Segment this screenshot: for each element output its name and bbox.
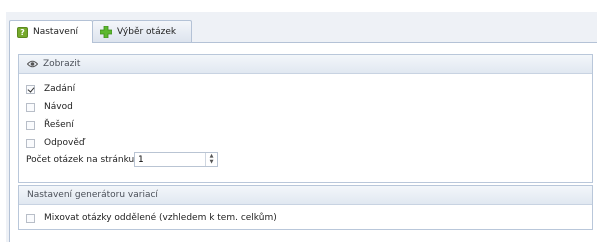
checkbox-zadani[interactable]: Zadání xyxy=(26,82,75,96)
checkbox-label: Mixovat otázky oddělené (vzhledem k tem.… xyxy=(44,213,277,223)
per-page-stepper[interactable]: ▲ ▼ xyxy=(134,152,218,167)
generator-group: Nastavení generátoru variací Mixovat otá… xyxy=(18,185,593,230)
tab-nastaveni[interactable]: ? Nastavení xyxy=(9,20,93,43)
group-title: Zobrazit xyxy=(43,59,81,69)
checkbox-box[interactable] xyxy=(26,102,35,112)
green-plus-icon xyxy=(100,25,112,38)
checkbox-reseni[interactable]: Řešení xyxy=(26,118,74,132)
checkbox-label: Řešení xyxy=(44,120,74,130)
per-page-row: Počet otázek na stránku xyxy=(26,153,134,167)
group-header[interactable]: Nastavení generátoru variací xyxy=(19,186,592,205)
checkbox-box[interactable] xyxy=(26,120,35,130)
tab-label: Nastavení xyxy=(33,27,79,37)
checkbox-label: Návod xyxy=(44,102,73,112)
checkbox-navod[interactable]: Návod xyxy=(26,100,73,114)
checkbox-odpoved[interactable]: Odpověď xyxy=(26,136,85,150)
tab-vyber-otazek[interactable]: Výběr otázek xyxy=(92,20,192,42)
checkbox-label: Odpověď xyxy=(44,138,85,148)
checkbox-box[interactable] xyxy=(26,138,35,148)
stepper-down-icon[interactable]: ▼ xyxy=(206,160,217,167)
display-group: Zobrazit Zadání Návod Řešení Odpověď Poč… xyxy=(18,54,593,183)
checkbox-mix[interactable]: Mixovat otázky oddělené (vzhledem k tem.… xyxy=(26,211,277,225)
per-page-input[interactable] xyxy=(135,153,205,166)
checkbox-box[interactable] xyxy=(26,213,35,223)
group-title: Nastavení generátoru variací xyxy=(27,190,158,200)
stepper-buttons: ▲ ▼ xyxy=(205,153,217,166)
per-page-label: Počet otázek na stránku xyxy=(26,155,135,165)
checkbox-label: Zadání xyxy=(44,84,76,94)
group-header[interactable]: Zobrazit xyxy=(19,55,592,74)
tab-label: Výběr otázek xyxy=(117,26,177,37)
eye-icon xyxy=(27,60,38,68)
checkbox-box[interactable] xyxy=(26,84,35,94)
question-icon: ? xyxy=(17,26,28,38)
